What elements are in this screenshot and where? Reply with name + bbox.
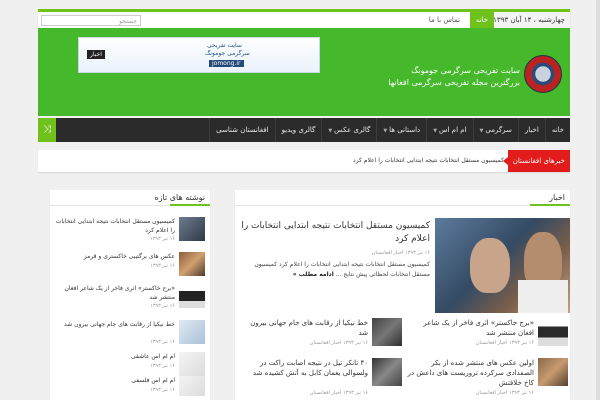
post-title[interactable]: کمیسیون مستقل انتخابات نتیجه ابتدایی انت… (53, 217, 175, 235)
featured-title[interactable]: کمیسیون مستقل انتخابات نتیجه ابتدایی انت… (240, 220, 430, 246)
post-meta: ۱۶ تیر ۱۳۹۳ اخبار افغانستان (309, 340, 368, 346)
nav-label: خانه (551, 126, 564, 134)
news-section: اخبار کمیسیون مستقل انتخابات نتیجه ابتدا… (235, 190, 570, 400)
chevron-down-icon: ▼ (328, 128, 333, 134)
post-thumbnail[interactable] (179, 252, 205, 276)
nav-label: اخبار (524, 126, 539, 134)
top-bar: چهارشنبه ، ۱۴ آبان ۱۳۹۳ خانه تماس با ما … (38, 9, 570, 29)
featured-excerpt-text: کمیسیون مستقل انتخابات نتیجه ابتدایی انت… (254, 261, 430, 278)
nav-label: سرگرمی (485, 126, 512, 134)
header-banner-ad[interactable]: سایت تفریحی سرگرمی جومونگ jomong.ir اخبا… (78, 37, 320, 73)
post-title[interactable]: عکس های برگتیبی خاکستری و قرمز (53, 252, 175, 261)
main-nav-stories[interactable]: داستانی ها▼ (376, 118, 426, 142)
featured-meta: ۱۶ تیر ۱۳۹۳ اخبار افغانستان (371, 250, 430, 256)
post-thumbnail[interactable] (179, 352, 205, 376)
post-meta: ۱۶ تیر ۱۳۹۳ (150, 363, 175, 369)
section-accent-bar (530, 204, 570, 206)
post-title[interactable]: خط نیکیا از رقابت های جام جهانی بیرون شد (240, 318, 368, 338)
chevron-down-icon: ▼ (479, 128, 484, 134)
post-title[interactable]: «برج خاکستر» اثری فاخر از یک شاعر افغان … (53, 284, 176, 302)
post-meta: ۱۶ تیر ۱۳۹۳ (150, 303, 175, 309)
main-nav-afghanistan[interactable]: افغانستان شناسی (209, 118, 274, 142)
shuffle-icon[interactable]: ⤨ (38, 118, 56, 142)
breaking-news-label: خبرهای افغانستان (502, 150, 570, 172)
featured-image[interactable] (435, 218, 570, 313)
featured-excerpt: کمیسیون مستقل انتخابات نتیجه ابتدایی انت… (240, 260, 430, 280)
chevron-down-icon: ▼ (433, 128, 438, 134)
site-title[interactable]: سایت تفریحی سرگرمی جومونگ (411, 66, 520, 75)
main-nav-photo-gallery[interactable]: گالری عکس▼ (321, 118, 376, 142)
main-nav-entertainment[interactable]: سرگرمی▼ (472, 118, 518, 142)
divider (235, 205, 570, 206)
post-meta: ۱۶ تیر ۱۳۹۳ (150, 339, 175, 345)
banner-tag: اخبار (87, 50, 105, 59)
list-item[interactable]: خط نیکیا از رقابت های جام جهانی بیرون شد… (240, 318, 402, 358)
featured-image-person-body (518, 280, 568, 313)
main-nav: خانه اخبار سرگرمی▼ ام ام اس▼ داستانی ها▼… (38, 118, 570, 142)
page: چهارشنبه ، ۱۴ آبان ۱۳۹۳ خانه تماس با ما … (0, 0, 600, 400)
breaking-news-bar: خبرهای افغانستان کمیسیون مستقل انتخابات … (38, 150, 570, 172)
banner-domain: jomong.ir (209, 60, 244, 67)
banner-text-line1: سایت تفریحی (207, 42, 242, 49)
breaking-news-label-text: خبرهای افغانستان (512, 157, 565, 165)
post-thumbnail[interactable] (179, 284, 205, 308)
post-title[interactable]: خط نیکیا از رقابت های جام جهانی بیرون شد (53, 320, 175, 329)
list-item[interactable]: اولین عکس های منتشر شده از بکر الصفدادی … (406, 358, 568, 398)
post-thumbnail[interactable] (538, 358, 568, 386)
post-meta: ۱۶ تیر ۱۳۹۳ اخبار افغانستان (475, 390, 534, 396)
featured-image-person (470, 238, 510, 293)
post-title[interactable]: «برج خاکستر» اثری فاخر از یک شاعر افغان … (406, 318, 534, 338)
list-item[interactable]: ۴۰ تانکر تیل در نتیجه اصابت راکت در ولسو… (240, 358, 402, 398)
post-thumbnail[interactable] (179, 376, 205, 396)
top-nav-contact[interactable]: تماس با ما (423, 12, 466, 29)
post-thumbnail[interactable] (179, 320, 205, 344)
site-subtitle: بزرگترین مجله تفریحی سرگرمی افغانها (388, 78, 520, 87)
top-nav-home[interactable]: خانه (469, 12, 494, 29)
post-title[interactable]: اولین عکس های منتشر شده از بکر الصفدادی … (406, 358, 534, 388)
breaking-news-link[interactable]: کمیسیون مستقل انتخابات نتیجه ابتدایی انت… (353, 150, 504, 172)
post-thumbnail[interactable] (179, 217, 205, 241)
banner-text-line2: سرگرمی جومونگ (205, 50, 250, 57)
list-item[interactable]: «برج خاکستر» اثری فاخر از یک شاعر افغان … (406, 318, 568, 358)
section-accent-bar (170, 204, 210, 206)
page-scrollbar[interactable] (596, 0, 600, 400)
post-title[interactable]: ام ام اس عاشقی (53, 352, 175, 361)
post-meta: ۱۶ تیر ۱۳۹۳ (150, 236, 175, 242)
nav-label: ام ام اس (439, 126, 467, 134)
nav-label: گالری ویدیو (281, 126, 316, 134)
main-nav-video-gallery[interactable]: گالری ویدیو (274, 118, 322, 142)
post-title[interactable]: ام ام اس فلسفی (53, 376, 175, 385)
post-thumbnail[interactable] (372, 358, 402, 386)
site-logo[interactable] (524, 55, 562, 93)
post-thumbnail[interactable] (372, 318, 402, 346)
current-date: چهارشنبه ، ۱۴ آبان ۱۳۹۳ (487, 12, 570, 29)
main-nav-home[interactable]: خانه (544, 118, 570, 142)
site-header: سایت تفریحی سرگرمی جومونگ بزرگترین مجله … (38, 28, 570, 116)
nav-label: داستانی ها (389, 126, 421, 134)
nav-label: گالری عکس (334, 126, 371, 134)
search-input[interactable]: جستجو (41, 15, 141, 26)
post-meta: ۱۶ تیر ۱۳۹۳ اخبار افغانستان (475, 340, 534, 346)
post-thumbnail[interactable] (538, 318, 568, 346)
recent-posts-widget: نوشته های تازه کمیسیون مستقل انتخابات نت… (50, 190, 210, 400)
main-nav-sms[interactable]: ام ام اس▼ (426, 118, 472, 142)
chevron-down-icon: ▼ (383, 128, 388, 134)
read-more-link[interactable]: ادامه مطلب » (293, 271, 334, 278)
post-meta: ۱۶ تیر ۱۳۹۳ اخبار افغانستان (309, 390, 368, 396)
post-title[interactable]: ۴۰ تانکر تیل در نتیجه اصابت راکت در ولسو… (240, 358, 368, 378)
main-nav-items: خانه اخبار سرگرمی▼ ام ام اس▼ داستانی ها▼… (209, 118, 570, 142)
post-meta: ۱۶ تیر ۱۳۹۳ (150, 263, 175, 269)
nav-label: افغانستان شناسی (216, 126, 269, 134)
post-meta: ۱۶ تیر ۱۳۹۳ (150, 387, 175, 393)
main-nav-news[interactable]: اخبار (517, 118, 545, 142)
